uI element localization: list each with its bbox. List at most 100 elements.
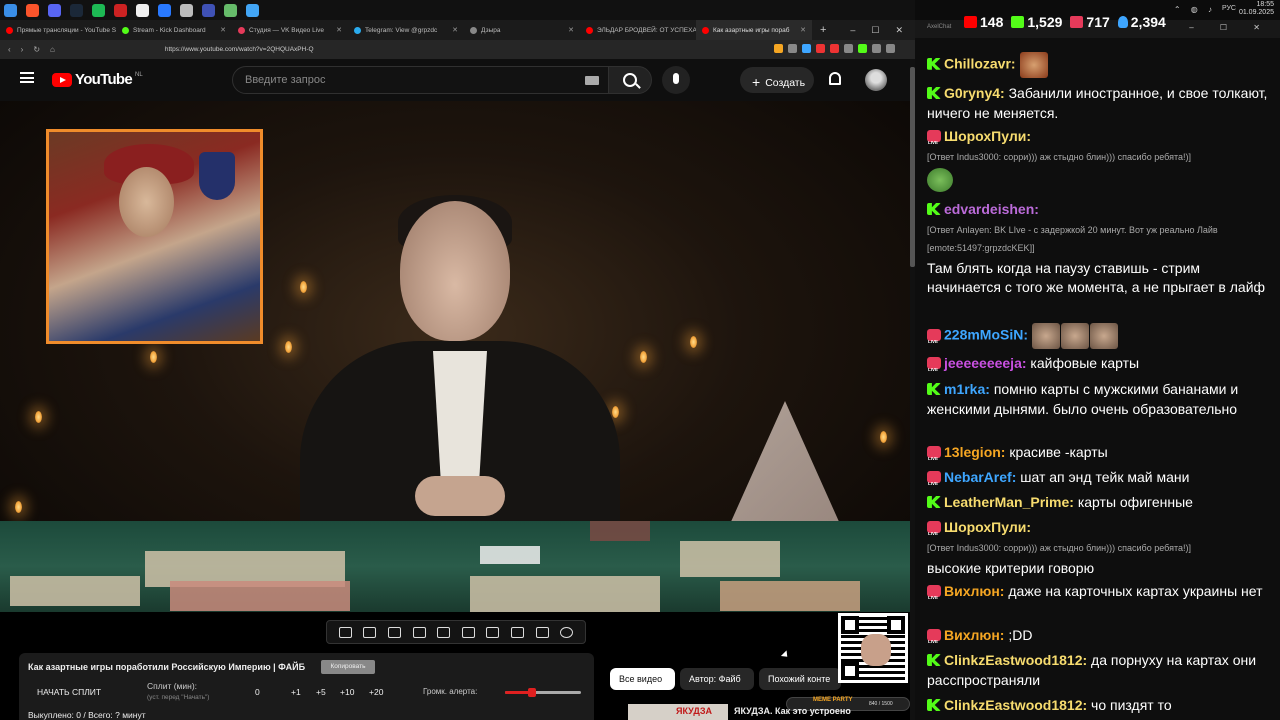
browser-tab[interactable]: Stream - Kick Dashboard ✕ [116,20,232,40]
loop-icon[interactable] [338,626,352,638]
start-icon[interactable] [4,3,17,17]
url-field[interactable]: https://www.youtube.com/watch?v=2QHQUAxP… [165,46,314,53]
tray-icons[interactable]: ⌃ ◍ ♪ [1174,5,1216,14]
chat-text: высокие критерии говорю [927,559,1095,576]
slider-knob[interactable] [527,688,536,697]
youtube-logo[interactable]: YouTube NL [52,71,143,88]
cinema-icon[interactable] [412,626,426,638]
notifications-icon[interactable] [829,72,841,85]
alert-volume-slider[interactable] [505,688,581,697]
browser-tab[interactable]: Прямые трансляции - YouTube S✕ [0,20,116,40]
film-icon[interactable] [461,626,475,638]
clock[interactable]: 18:55 01.09.2025 [1239,1,1274,17]
chat-username[interactable]: Вихлюн: [944,627,1004,643]
copy-button[interactable]: Копировать [321,660,375,674]
tab-close-icon[interactable]: ✕ [452,26,458,34]
keyboard-icon[interactable] [585,76,599,85]
app-icon-5[interactable] [202,3,215,17]
chat-username[interactable]: ClinkzEastwood1812: [944,652,1087,668]
chip-all-videos[interactable]: Все видео [610,668,675,690]
split-add-5-button[interactable]: +5 [316,687,326,697]
app-icon-4[interactable] [180,3,193,17]
start-split-button[interactable]: НАЧАТЬ СПЛИТ [37,687,101,697]
split-add-1-button[interactable]: +1 [291,687,301,697]
app-icon-3[interactable] [158,3,171,17]
browser-tab[interactable]: Студия — VK Видео Live ✕ [232,20,348,40]
steam-icon[interactable] [70,3,83,17]
extension-icon[interactable] [858,44,867,53]
app-icon[interactable] [114,3,127,17]
browser-tab[interactable]: Telegram: View @grpzdc ✕ [348,20,464,40]
chat-username[interactable]: 13legion: [944,444,1005,460]
speed-icon[interactable] [486,626,500,638]
maximize-icon[interactable]: ☐ [871,25,879,36]
browser-tab[interactable]: Дзыра ✕ [464,20,580,40]
browser-tab[interactable]: ЭЛЬДАР БРОДВЕЙ: ОТ УСПЕХА✕ [580,20,696,40]
voice-search-button[interactable] [662,66,690,94]
recommended-title[interactable]: ЯКУДЗА. Как это устроено [734,706,851,716]
close-icon[interactable]: ✕ [895,25,903,36]
account-avatar[interactable] [865,69,887,91]
screenshot-icon[interactable] [535,626,549,638]
chat-username[interactable]: Chillozavr: [944,56,1016,72]
app-icon-7[interactable] [246,3,259,17]
stat-value: 148 [980,14,1004,30]
chat-window-controls[interactable]: – ☐ ✕ [1189,23,1272,32]
chat-username[interactable]: ClinkzEastwood1812: [944,697,1087,713]
minimize-icon[interactable]: – [850,25,855,35]
video-player[interactable] [0,101,910,612]
brave-icon[interactable] [26,3,39,17]
chat-username[interactable]: 228mMoSiN: [944,327,1028,343]
new-tab-icon[interactable]: + [820,24,826,36]
forward-icon[interactable]: › [21,45,24,54]
audio-icon[interactable] [363,626,377,638]
search-button[interactable] [608,66,652,94]
extension-icon[interactable] [816,44,825,53]
split-add-20-button[interactable]: +20 [369,687,383,697]
extension-icon[interactable] [788,44,797,53]
chat-username[interactable]: ШорохПули: [944,128,1031,144]
extension-icon[interactable] [802,44,811,53]
chip-related[interactable]: Похожий конте [759,668,841,690]
tab-close-icon[interactable]: ✕ [220,26,226,34]
chat-username[interactable]: LeatherMan_Prime: [944,494,1074,510]
create-button[interactable]: + Создать [740,67,814,93]
chat-text: карты офигенные [1077,494,1193,510]
menu-icon[interactable] [20,72,34,83]
settings-icon[interactable] [560,626,574,638]
extension-icon[interactable] [844,44,853,53]
app-icon-2[interactable] [136,3,149,17]
chat-username[interactable]: ШорохПули: [944,519,1031,535]
extension-icon[interactable] [886,44,895,53]
browser-tab[interactable]: Как азартные игры пораб ✕ [696,20,812,40]
back-icon[interactable]: ‹ [8,45,11,54]
mini-player-icon[interactable] [387,626,401,638]
discord-icon[interactable] [48,3,61,17]
chat-username[interactable]: m1rka: [944,381,990,397]
reload-icon[interactable]: ↻ [33,45,40,54]
extension-icon[interactable] [830,44,839,53]
search-input[interactable]: Введите запрос [232,66,610,94]
tab-close-icon[interactable]: ✕ [568,26,574,34]
recommended-thumbnail[interactable]: ЯКУДЗА [628,704,728,720]
chat-username[interactable]: NebarAref: [944,469,1016,485]
tab-close-icon[interactable]: ✕ [800,26,806,34]
chat-username[interactable]: Вихлюн: [944,583,1004,599]
chip-author[interactable]: Автор: Файб [680,668,754,690]
app-icon-6[interactable] [224,3,237,17]
extension-icon[interactable] [774,44,783,53]
pip-icon[interactable] [510,626,524,638]
spotify-icon[interactable] [92,3,105,17]
split-value[interactable]: 0 [255,687,260,697]
split-add-10-button[interactable]: +10 [340,687,354,697]
window-icon[interactable] [437,626,451,638]
clock-date: 01.09.2025 [1238,9,1274,16]
chat-username[interactable]: jeeeeeeeeja: [944,355,1027,371]
chat-username[interactable]: edvardeishen: [944,201,1039,217]
chat-username[interactable]: G0ryny4: [944,85,1005,101]
tab-close-icon[interactable]: ✕ [336,26,342,34]
home-icon[interactable]: ⌂ [50,45,55,54]
language-indicator[interactable]: РУС [1222,5,1236,12]
chat-reply-quote: [Ответ Indus3000: сорри))) аж стыдно бли… [927,151,1191,162]
extension-icon[interactable] [872,44,881,53]
